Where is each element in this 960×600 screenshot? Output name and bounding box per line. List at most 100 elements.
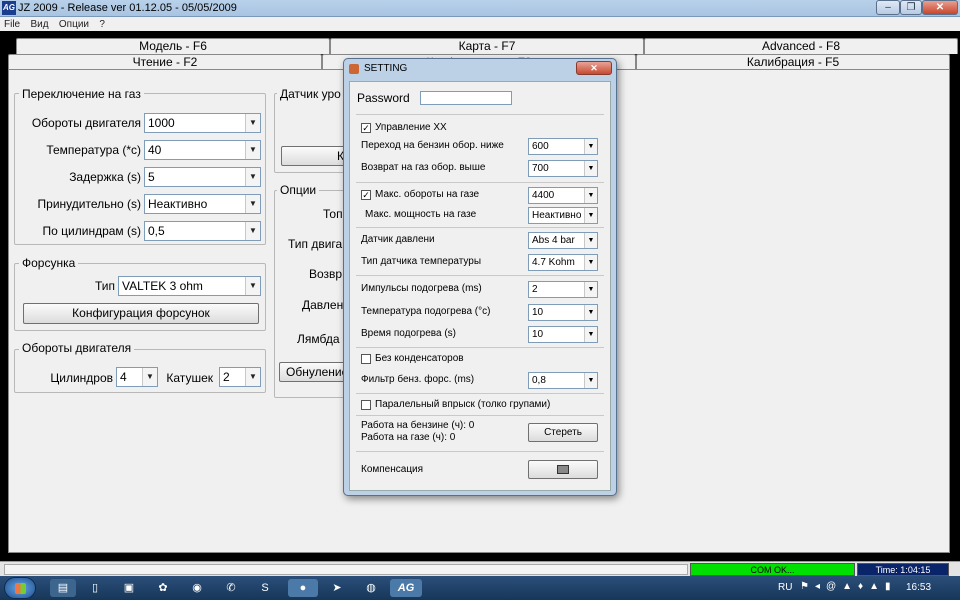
- to-gas-select[interactable]: 700 ▼: [528, 160, 598, 177]
- tab-model[interactable]: Модель - F6: [16, 38, 330, 54]
- injector-config-button[interactable]: Конфигурация форсунок: [23, 303, 259, 324]
- dialog-body: Password ✓ Управление XX Переход на бенз…: [349, 81, 611, 491]
- no-capacitors-checkbox[interactable]: [361, 354, 371, 364]
- options-label-top: Топ: [323, 207, 343, 221]
- force-label: Принудительно (s): [37, 197, 141, 211]
- divider: [356, 451, 604, 452]
- dialog-title: SETTING: [364, 63, 408, 74]
- idle-control-checkbox[interactable]: ✓: [361, 123, 371, 133]
- divider: [356, 227, 604, 228]
- options-label-lambda: Лямбда: [297, 332, 340, 346]
- force-select[interactable]: Неактивно ▼: [144, 194, 261, 214]
- taskbar: ▤ ▯ ▣ ✿ ◉ ✆ S ● ➤ ◍ AG RU ⚑◂@▲♦▲▮ 16:53: [0, 576, 960, 600]
- menu-bar: File Вид Опции ?: [0, 17, 960, 31]
- telegram-icon[interactable]: ➤: [324, 579, 350, 597]
- compensation-button[interactable]: [528, 460, 598, 479]
- max-rpm-label: Макс. обороты на газе: [375, 189, 480, 200]
- keyboard-language[interactable]: RU: [778, 582, 792, 593]
- viber-icon[interactable]: ✆: [218, 579, 244, 597]
- browser-icon[interactable]: ◉: [184, 579, 210, 597]
- injector-group-legend: Форсунка: [19, 256, 79, 270]
- screenshot-tool-icon[interactable]: ▣: [116, 579, 142, 597]
- delay-select[interactable]: 5 ▼: [144, 167, 261, 187]
- status-message-area: [4, 564, 688, 575]
- tab-calibration[interactable]: Калибрация - F5: [636, 54, 950, 70]
- cylinder-switch-label: По цилиндрам (s): [42, 224, 141, 238]
- compensation-label: Компенсация: [361, 464, 424, 475]
- setting-dialog: SETTING ✕ Password ✓ Управление XX Перех…: [343, 58, 617, 496]
- start-button[interactable]: [4, 577, 36, 599]
- to-petrol-select[interactable]: 600 ▼: [528, 138, 598, 155]
- max-power-select[interactable]: Неактивно ▼: [528, 207, 598, 224]
- menu-options[interactable]: Опции: [59, 19, 89, 30]
- heat-pulses-select[interactable]: 2 ▼: [528, 281, 598, 298]
- rpm-select[interactable]: 1000 ▼: [144, 113, 261, 133]
- chevron-down-icon: ▼: [584, 327, 597, 342]
- injector-type-select[interactable]: VALTEK 3 ohm ▼: [118, 276, 261, 296]
- notepad-icon[interactable]: ▯: [82, 579, 108, 597]
- chevron-down-icon: ▼: [584, 161, 597, 176]
- options-label-return: Возвр: [309, 267, 343, 281]
- to-petrol-label: Переход на бензин обор. ниже: [361, 140, 504, 151]
- chevron-down-icon: ▼: [584, 139, 597, 154]
- to-gas-label: Возврат на газ обор. выше: [361, 162, 486, 173]
- minimize-button[interactable]: –: [876, 0, 900, 15]
- pressure-sensor-label: Датчик давлени: [361, 234, 435, 245]
- chevron-down-icon: ▼: [245, 114, 260, 132]
- chevron-down-icon: ▼: [245, 168, 260, 186]
- close-button[interactable]: ✕: [922, 0, 958, 15]
- menu-view[interactable]: Вид: [30, 19, 48, 30]
- heat-time-label: Время подогрева (s): [361, 328, 456, 339]
- cylinder-switch-select[interactable]: 0,5 ▼: [144, 221, 261, 241]
- chevron-down-icon: ▼: [245, 222, 260, 240]
- window-title: JZ 2009 - Release ver 01.12.05 - 05/05/2…: [18, 2, 237, 14]
- chevron-down-icon: ▼: [584, 373, 597, 388]
- temp-select[interactable]: 40 ▼: [144, 140, 261, 160]
- taskbar-app-ag[interactable]: AG: [390, 579, 422, 597]
- temp-sensor-select[interactable]: 4.7 Kohm ▼: [528, 254, 598, 271]
- chevron-down-icon: ▼: [584, 188, 597, 203]
- app-icon[interactable]: ✿: [150, 579, 176, 597]
- chevron-down-icon: ▼: [245, 141, 260, 159]
- utorrent-icon[interactable]: ●: [288, 579, 318, 597]
- dialog-app-icon: [349, 64, 359, 74]
- delay-label: Задержка (s): [69, 170, 141, 184]
- level-sensor-button[interactable]: К: [281, 146, 347, 166]
- coils-select[interactable]: 2 ▼: [219, 367, 261, 387]
- reset-button[interactable]: Обнуление: [279, 362, 347, 382]
- menu-file[interactable]: File: [4, 19, 20, 30]
- password-label: Password: [357, 91, 410, 105]
- pressure-sensor-select[interactable]: Abs 4 bar ▼: [528, 232, 598, 249]
- level-sensor-legend: Датчик уро: [277, 87, 344, 101]
- max-rpm-select[interactable]: 4400 ▼: [528, 187, 598, 204]
- password-input[interactable]: [420, 91, 512, 105]
- parallel-injection-checkbox[interactable]: [361, 400, 371, 410]
- divider: [356, 347, 604, 348]
- heat-temp-select[interactable]: 10 ▼: [528, 304, 598, 321]
- dialog-close-button[interactable]: ✕: [576, 61, 612, 75]
- clear-button[interactable]: Стереть: [528, 423, 598, 442]
- tab-map[interactable]: Карта - F7: [330, 38, 644, 54]
- petrol-hours-text: Работа на бензине (ч): 0: [361, 420, 475, 431]
- heat-time-select[interactable]: 10 ▼: [528, 326, 598, 343]
- gas-hours-text: Работа на газе (ч): 0: [361, 432, 456, 443]
- status-bar: COM OK... Time: 1:04:15: [0, 561, 960, 576]
- tab-read[interactable]: Чтение - F2: [8, 54, 322, 70]
- tray-icons[interactable]: ⚑◂@▲♦▲▮: [800, 581, 897, 592]
- petrol-filter-label: Фильтр бенз. форс. (ms): [361, 374, 475, 385]
- maximize-button[interactable]: ❐: [900, 0, 922, 15]
- explorer-icon[interactable]: ▤: [50, 579, 76, 597]
- cylinders-select[interactable]: 4 ▼: [116, 367, 158, 387]
- petrol-filter-select[interactable]: 0,8 ▼: [528, 372, 598, 389]
- options-legend: Опции: [277, 183, 320, 197]
- divider: [356, 415, 604, 416]
- chrome-icon[interactable]: ◍: [358, 579, 384, 597]
- divider: [356, 182, 604, 183]
- menu-help[interactable]: ?: [99, 19, 105, 30]
- divider: [356, 393, 604, 394]
- chevron-down-icon: ▼: [245, 368, 260, 386]
- tab-advanced[interactable]: Advanced - F8: [644, 38, 958, 54]
- skype-icon[interactable]: S: [252, 579, 278, 597]
- max-rpm-checkbox[interactable]: ✓: [361, 190, 371, 200]
- chevron-down-icon: ▼: [142, 368, 157, 386]
